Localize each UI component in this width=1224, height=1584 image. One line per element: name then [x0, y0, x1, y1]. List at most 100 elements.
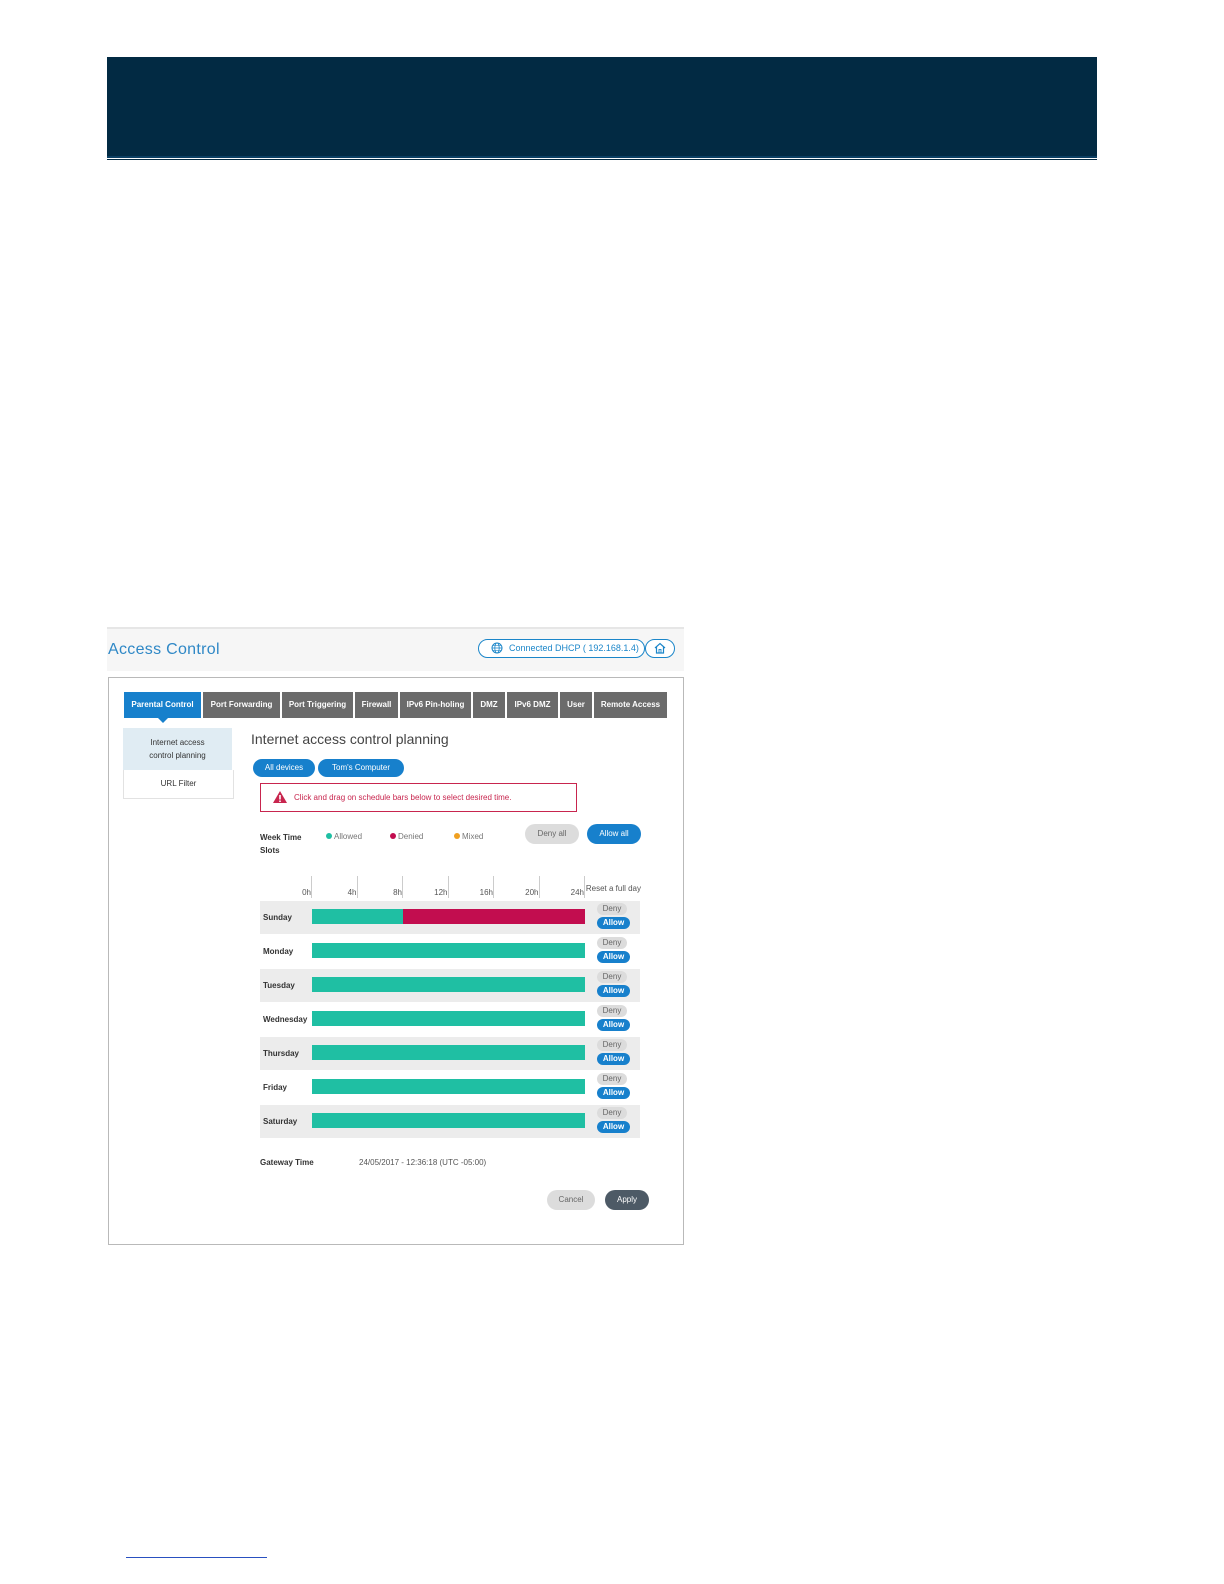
- hint-text: Click and drag on schedule bars below to…: [294, 793, 512, 802]
- day-row-saturday: Saturday Deny Allow: [260, 1105, 640, 1138]
- home-icon: [654, 642, 666, 654]
- tab-ipv6-pinholing[interactable]: IPv6 Pin-holing: [400, 692, 471, 718]
- deny-day-button[interactable]: Deny: [597, 903, 627, 915]
- hour-label: 12h: [434, 888, 448, 897]
- sidebar-item-url-filter[interactable]: URL Filter: [123, 770, 234, 799]
- sidebar-item-label: URL Filter: [160, 779, 197, 788]
- day-row-wednesday: Wednesday Deny Allow: [260, 1003, 640, 1036]
- tab-port-triggering[interactable]: Port Triggering: [282, 692, 353, 718]
- hour-gridline: [538, 876, 540, 898]
- schedule-bar[interactable]: [312, 1113, 585, 1128]
- allow-day-button[interactable]: Allow: [597, 985, 630, 997]
- schedule-bar[interactable]: [312, 943, 585, 958]
- home-button[interactable]: [645, 639, 675, 658]
- allowed-dot: [326, 833, 332, 839]
- tab-user[interactable]: User: [560, 692, 592, 718]
- hour-gridline: [402, 876, 403, 898]
- document-header-banner: [107, 57, 1097, 160]
- app-header: Access Control Connected DHCP ( 192.168.…: [107, 627, 684, 671]
- hour-gridline: [493, 876, 494, 898]
- sidebar-item-label: Internet access control planning: [149, 738, 206, 760]
- legend-label: Allowed: [334, 832, 363, 841]
- tab-parental-control[interactable]: Parental Control: [124, 692, 201, 723]
- page-title: Access Control: [108, 641, 220, 658]
- tab-remote-access[interactable]: Remote Access: [594, 692, 667, 718]
- day-label: Friday: [263, 1083, 288, 1092]
- allowed-segment[interactable]: [312, 1011, 585, 1026]
- day-label: Thursday: [263, 1049, 300, 1058]
- hour-gridline: [447, 876, 449, 898]
- schedule-bar[interactable]: [312, 977, 585, 992]
- allow-day-button[interactable]: Allow: [597, 1053, 630, 1065]
- schedule-bar[interactable]: [312, 1079, 585, 1094]
- hour-label: 16h: [479, 888, 493, 897]
- allow-day-button[interactable]: Allow: [597, 917, 630, 929]
- allowed-segment[interactable]: [312, 943, 585, 958]
- toms-computer-button[interactable]: Tom's Computer: [318, 759, 404, 777]
- week-time-slots-label: Week Time Slots: [260, 833, 302, 855]
- hour-gridline: [356, 876, 358, 898]
- allowed-segment[interactable]: [312, 909, 403, 924]
- allow-day-button[interactable]: Allow: [597, 1019, 630, 1031]
- legend-label: Mixed: [462, 832, 484, 841]
- hint-message: Click and drag on schedule bars below to…: [260, 783, 577, 812]
- deny-day-button[interactable]: Deny: [597, 937, 627, 949]
- all-devices-button[interactable]: All devices: [253, 759, 315, 777]
- reset-full-day-label: Reset a full day: [585, 884, 641, 893]
- denied-segment[interactable]: [403, 909, 585, 924]
- denied-dot: [390, 833, 396, 839]
- tab-ipv6-dmz[interactable]: IPv6 DMZ: [507, 692, 558, 718]
- schedule-bar[interactable]: [312, 909, 585, 924]
- day-label: Monday: [263, 947, 294, 956]
- day-row-thursday: Thursday Deny Allow: [260, 1037, 640, 1070]
- tab-firewall[interactable]: Firewall: [355, 692, 398, 718]
- deny-day-button[interactable]: Deny: [597, 971, 627, 983]
- day-row-friday: Friday Deny Allow: [260, 1071, 640, 1104]
- connection-status[interactable]: Connected DHCP ( 192.168.1.4): [478, 639, 645, 658]
- legend-label: Denied: [398, 832, 424, 841]
- access-control-panel: Parental Control Port Forwarding Port Tr…: [108, 677, 684, 1245]
- deny-day-button[interactable]: Deny: [597, 1039, 627, 1051]
- allow-day-button[interactable]: Allow: [597, 951, 630, 963]
- allowed-segment[interactable]: [312, 1113, 585, 1128]
- hour-gridline: [311, 876, 312, 898]
- allowed-segment[interactable]: [312, 1045, 585, 1060]
- allow-day-button[interactable]: Allow: [597, 1121, 630, 1133]
- section-title: Internet access control planning: [251, 731, 449, 747]
- schedule-bar[interactable]: [312, 1011, 585, 1026]
- day-row-sunday: Sunday Deny Allow: [260, 901, 640, 934]
- allowed-segment[interactable]: [312, 1079, 585, 1094]
- gateway-time-label: Gateway Time: [260, 1158, 314, 1167]
- hour-label: 8h: [393, 888, 402, 897]
- day-label: Wednesday: [263, 1015, 308, 1024]
- day-label: Tuesday: [263, 981, 295, 990]
- tab-port-forwarding[interactable]: Port Forwarding: [203, 692, 280, 718]
- deny-day-button[interactable]: Deny: [597, 1107, 627, 1119]
- allow-all-button[interactable]: Allow all: [587, 824, 641, 844]
- hour-label: 4h: [347, 888, 357, 897]
- legend-allowed: Allowed: [326, 832, 362, 841]
- hour-label: 20h: [525, 888, 539, 897]
- connection-status-text: Connected DHCP ( 192.168.1.4): [509, 643, 639, 653]
- footer-link-underline: [126, 1557, 267, 1558]
- legend-mixed: Mixed: [454, 832, 483, 841]
- apply-button[interactable]: Apply: [605, 1190, 649, 1210]
- tab-dmz[interactable]: DMZ: [473, 692, 505, 718]
- day-row-monday: Monday Deny Allow: [260, 935, 640, 968]
- schedule-bar[interactable]: [312, 1045, 585, 1060]
- hour-label: 24h: [570, 888, 584, 897]
- allowed-segment[interactable]: [312, 977, 585, 992]
- allow-day-button[interactable]: Allow: [597, 1087, 630, 1099]
- mixed-dot: [454, 833, 460, 839]
- deny-day-button[interactable]: Deny: [597, 1073, 627, 1085]
- day-row-tuesday: Tuesday Deny Allow: [260, 969, 640, 1002]
- day-label: Sunday: [263, 913, 292, 922]
- day-label: Saturday: [263, 1117, 298, 1126]
- legend-denied: Denied: [390, 832, 423, 841]
- gateway-time-value: 24/05/2017 - 12:36:18 (UTC -05:00): [359, 1158, 487, 1167]
- sidebar-item-internet-access-planning[interactable]: Internet access control planning: [123, 728, 232, 770]
- deny-day-button[interactable]: Deny: [597, 1005, 627, 1017]
- cancel-button[interactable]: Cancel: [547, 1190, 595, 1210]
- deny-all-button[interactable]: Deny all: [525, 824, 579, 844]
- hour-label: 0h: [302, 888, 311, 897]
